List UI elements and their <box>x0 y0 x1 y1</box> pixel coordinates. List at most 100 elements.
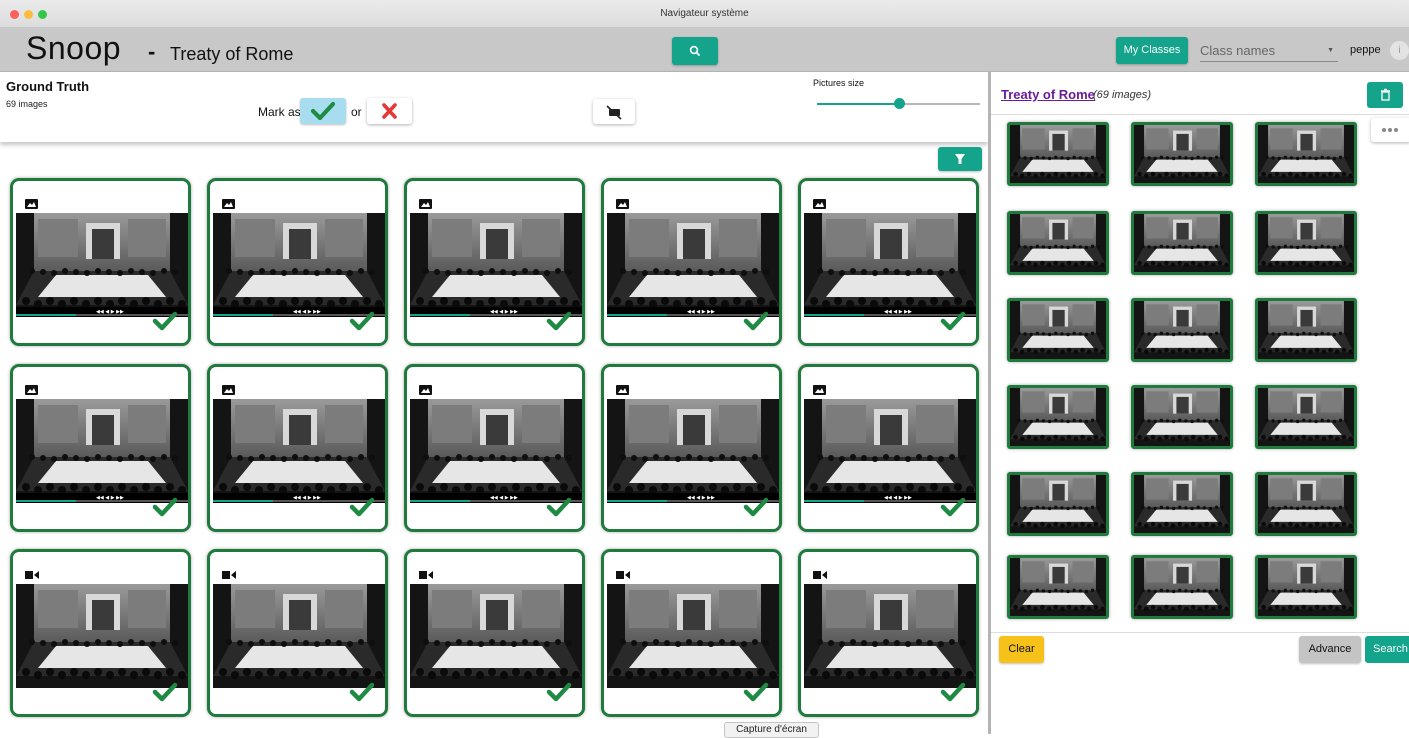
card-thumbnail: ◀◀ ◀ ▶ ▶▶ <box>607 213 779 317</box>
mark-as-label: Mark as <box>258 105 301 119</box>
advance-button[interactable]: Advance <box>1299 636 1361 663</box>
class-thumbnail[interactable] <box>1255 472 1357 536</box>
card-thumbnail: ◀◀ ◀ ▶ ▶▶ <box>213 399 385 503</box>
pictures-size-label: Pictures size <box>813 78 865 88</box>
clear-button[interactable]: Clear <box>999 636 1044 663</box>
class-thumbnail[interactable] <box>1255 122 1357 186</box>
image-icon <box>813 382 826 400</box>
positive-check-icon <box>152 682 178 707</box>
image-count: 69 images <box>6 99 48 109</box>
card-thumbnail: ◀◀ ◀ ▶ ▶▶ <box>804 213 976 317</box>
card-thumbnail: ◀◀ ◀ ▶ ▶▶ <box>410 399 582 503</box>
window-titlebar: Navigateur système <box>0 0 1409 28</box>
image-card[interactable]: ◀◀ ◀ ▶ ▶▶ <box>207 178 388 346</box>
image-icon <box>813 196 826 214</box>
class-thumbnail[interactable] <box>1131 472 1233 536</box>
image-card[interactable] <box>798 549 979 717</box>
image-card[interactable]: ◀◀ ◀ ▶ ▶▶ <box>404 364 585 532</box>
image-card[interactable]: ◀◀ ◀ ▶ ▶▶ <box>10 178 191 346</box>
image-card[interactable]: ◀◀ ◀ ▶ ▶▶ <box>10 364 191 532</box>
image-grid: ◀◀ ◀ ▶ ▶▶ ◀◀ ◀ ▶ ▶▶ ◀◀ ◀ ▶ ▶▶ ◀◀ ◀ ▶ ▶▶ ◀◀ ◀… <box>10 178 985 738</box>
slider-thumb[interactable] <box>893 98 905 109</box>
class-thumbnail[interactable] <box>1131 122 1233 186</box>
image-icon <box>25 196 38 214</box>
positive-check-icon <box>546 311 572 336</box>
image-icon <box>222 382 235 400</box>
video-icon <box>419 567 433 585</box>
filter-button[interactable] <box>938 147 982 171</box>
image-icon <box>616 196 629 214</box>
image-icon <box>25 382 38 400</box>
mark-positive-button[interactable] <box>300 98 346 124</box>
class-thumbnail[interactable] <box>1255 385 1357 449</box>
my-classes-button[interactable]: My Classes <box>1116 37 1188 64</box>
positive-check-icon <box>940 682 966 707</box>
class-thumbnail[interactable] <box>1007 385 1109 449</box>
app-logo: Snoop <box>26 30 122 66</box>
class-thumbnail[interactable] <box>1007 122 1109 186</box>
positive-check-icon <box>349 682 375 707</box>
positive-check-icon <box>743 497 769 522</box>
pictures-size-slider[interactable] <box>817 98 980 109</box>
image-card[interactable] <box>10 549 191 717</box>
image-card[interactable] <box>601 549 782 717</box>
window-title: Navigateur système <box>660 8 749 19</box>
trash-icon <box>1381 88 1390 101</box>
check-icon <box>310 101 336 121</box>
positive-check-icon <box>152 497 178 522</box>
video-icon <box>25 567 39 585</box>
image-card[interactable]: ◀◀ ◀ ▶ ▶▶ <box>404 178 585 346</box>
image-icon <box>222 196 235 214</box>
class-thumbnail[interactable] <box>1007 472 1109 536</box>
search-button[interactable] <box>672 37 718 65</box>
user-menu-icon[interactable]: i <box>1390 41 1409 60</box>
class-thumbnail[interactable] <box>1131 555 1233 619</box>
image-card[interactable]: ◀◀ ◀ ▶ ▶▶ <box>798 178 979 346</box>
class-thumbnails <box>991 122 1367 632</box>
class-thumbnail[interactable] <box>1131 385 1233 449</box>
image-card[interactable]: ◀◀ ◀ ▶ ▶▶ <box>207 364 388 532</box>
class-thumbnail[interactable] <box>1007 298 1109 362</box>
card-thumbnail: ◀◀ ◀ ▶ ▶▶ <box>16 399 188 503</box>
hide-annotated-button[interactable] <box>593 99 635 124</box>
image-card[interactable] <box>207 549 388 717</box>
cross-icon <box>382 103 397 119</box>
card-thumbnail <box>804 584 976 688</box>
image-icon <box>419 196 432 214</box>
positive-check-icon <box>546 682 572 707</box>
class-thumbnail[interactable] <box>1007 211 1109 275</box>
image-card[interactable] <box>404 549 585 717</box>
filter-icon <box>955 154 965 164</box>
class-image-count: (69 images) <box>1093 89 1152 101</box>
delete-class-button[interactable] <box>1367 82 1403 108</box>
positive-check-icon <box>940 497 966 522</box>
class-name-link[interactable]: Treaty of Rome <box>1001 87 1095 102</box>
class-panel: Treaty of Rome (69 images) Clear Advance… <box>991 72 1409 734</box>
positive-check-icon <box>743 682 769 707</box>
card-thumbnail: ◀◀ ◀ ▶ ▶▶ <box>16 213 188 317</box>
search-icon <box>689 45 700 56</box>
svg-text:◀◀ ◀ ▶ ▶▶: ◀◀ ◀ ▶ ▶▶ <box>884 495 912 501</box>
card-thumbnail: ◀◀ ◀ ▶ ▶▶ <box>607 399 779 503</box>
image-card[interactable]: ◀◀ ◀ ▶ ▶▶ <box>601 364 782 532</box>
mark-negative-button[interactable] <box>367 98 412 124</box>
ground-truth-panel: Ground Truth 69 images Mark as or Pictur… <box>0 72 988 734</box>
app-header: Snoop - Treaty of Rome My Classes Class … <box>0 28 1409 72</box>
class-thumbnail[interactable] <box>1255 211 1357 275</box>
svg-text:◀◀ ◀ ▶ ▶▶: ◀◀ ◀ ▶ ▶▶ <box>293 495 321 501</box>
class-thumbnail[interactable] <box>1007 555 1109 619</box>
class-thumbnail[interactable] <box>1131 298 1233 362</box>
class-names-select[interactable]: Class names ▼ <box>1200 40 1338 62</box>
more-options-button[interactable] <box>1371 118 1409 142</box>
image-card[interactable]: ◀◀ ◀ ▶ ▶▶ <box>798 364 979 532</box>
class-thumbnail[interactable] <box>1131 211 1233 275</box>
class-thumbnail[interactable] <box>1255 555 1357 619</box>
class-thumbnail[interactable] <box>1255 298 1357 362</box>
class-names-placeholder: Class names <box>1200 43 1276 58</box>
svg-text:◀◀ ◀ ▶ ▶▶: ◀◀ ◀ ▶ ▶▶ <box>96 495 124 501</box>
project-title: Treaty of Rome <box>170 44 294 64</box>
or-label: or <box>351 105 362 119</box>
svg-text:◀◀ ◀ ▶ ▶▶: ◀◀ ◀ ▶ ▶▶ <box>687 495 715 501</box>
search-similar-button[interactable]: Search <box>1365 636 1409 663</box>
image-card[interactable]: ◀◀ ◀ ▶ ▶▶ <box>601 178 782 346</box>
